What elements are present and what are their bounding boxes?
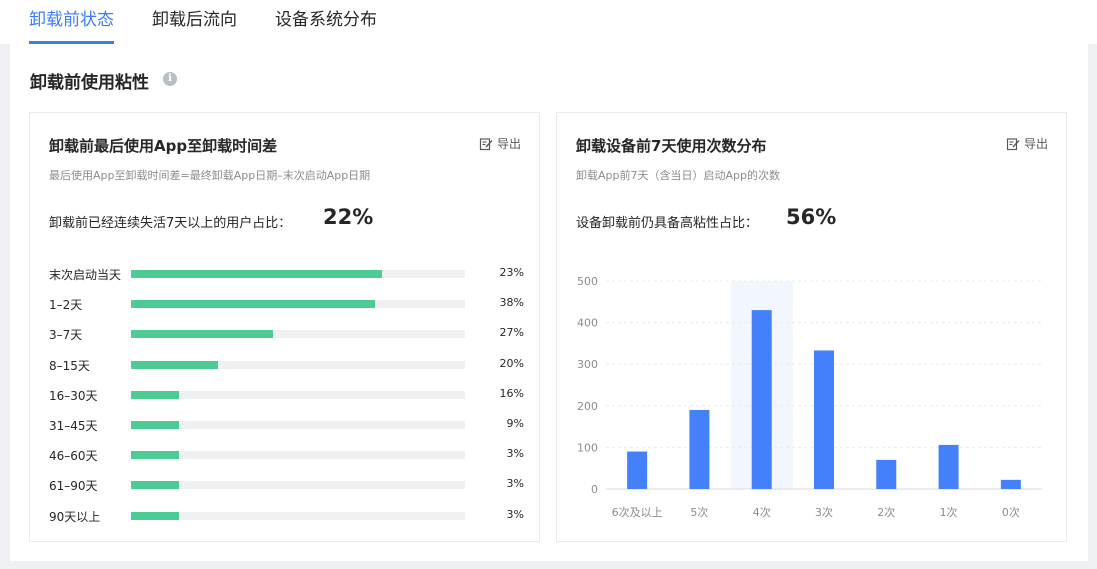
bar-label: 31–45天 — [49, 419, 98, 433]
export-button[interactable]: 导出 — [479, 135, 521, 152]
bar-track — [131, 390, 465, 399]
x-tick-label: 3次 — [815, 505, 833, 519]
bar-row: 1–2天 38% — [49, 294, 524, 314]
y-tick-label: 400 — [577, 317, 598, 330]
export-button[interactable]: 导出 — [1006, 135, 1048, 152]
bar-percent: 9% — [506, 417, 524, 430]
bar-label: 1–2天 — [49, 298, 83, 313]
kpi-label: 卸载前已经连续失活7天以上的用户占比： — [49, 216, 292, 231]
bar-percent: 23% — [499, 266, 524, 279]
bar-label: 46–60天 — [49, 449, 98, 464]
bar-row: 31–45天 9% — [49, 415, 524, 435]
bar-fill — [131, 481, 180, 490]
bar-fill — [131, 421, 180, 429]
section-title: 卸载前使用粘性 — [30, 73, 149, 93]
card-title: 卸载设备前7天使用次数分布 — [576, 137, 767, 155]
bar-percent: 27% — [499, 326, 524, 340]
bar-track — [131, 330, 465, 339]
bar — [689, 409, 710, 489]
tab-after-uninstall[interactable]: 卸载后流向 — [152, 9, 237, 44]
info-circle-icon[interactable]: i — [163, 72, 177, 86]
tab-label: 卸载前状态 — [29, 10, 114, 30]
bar-label: 16–30天 — [49, 388, 98, 403]
bar-percent: 16% — [499, 386, 524, 400]
bar-fill — [131, 451, 180, 460]
bar-fill — [131, 300, 375, 309]
tab-os-distribution[interactable]: 设备系统分布 — [275, 9, 377, 44]
card-subtitle: 卸载App前7天（含当日）启动App的次数 — [576, 169, 780, 182]
bar — [751, 310, 772, 489]
bar-row: 90天以上 3% — [49, 506, 524, 526]
edit-export-icon — [1006, 137, 1020, 150]
y-tick-label: 500 — [577, 275, 598, 288]
bar-fill — [131, 390, 180, 399]
tab-label: 卸载后流向 — [152, 10, 237, 30]
bar-track — [131, 451, 465, 460]
bar — [876, 459, 897, 489]
bar-label: 末次启动当天 — [49, 268, 122, 282]
bar-row: 末次启动当天 23% — [49, 264, 524, 284]
y-tick-label: 0 — [591, 483, 598, 496]
x-tick-label: 2次 — [877, 505, 895, 519]
bar-percent: 3% — [506, 507, 524, 521]
bar-percent: 3% — [506, 447, 524, 461]
x-tick-label: 4次 — [753, 505, 771, 519]
usage-count-bar-chart: 0 100 200 300 400 500 6次及以上 5次 4次 3次 2次 1次 0次 — [577, 275, 1042, 519]
bar-label: 90天以上 — [49, 509, 101, 524]
tab-before-uninstall[interactable]: 卸载前状态 — [29, 9, 114, 44]
card-title: 卸载前最后使用App至卸载时间差 — [49, 137, 278, 155]
card-subtitle: 最后使用App至卸载时间差=最终卸载App日期–末次启动App日期 — [49, 169, 371, 182]
bar-label: 61–90天 — [49, 479, 98, 494]
bar-fill — [131, 360, 218, 369]
usage-stickiness-section: 卸载前使用粘性 i 卸载前最后使用App至卸载时间差 导出 最后使用App至卸载… — [10, 44, 1088, 561]
y-tick-label: 300 — [577, 358, 598, 371]
bar-track — [131, 360, 465, 369]
bar-track — [131, 481, 465, 490]
export-label: 导出 — [496, 137, 521, 151]
bar-percent: 20% — [499, 356, 524, 370]
bar-track — [131, 421, 465, 429]
bar-row: 46–60天 3% — [49, 445, 524, 465]
x-tick-label: 0次 — [1002, 505, 1020, 519]
y-tick-label: 200 — [577, 400, 598, 413]
bar-fill — [131, 330, 273, 339]
bar-row: 61–90天 3% — [49, 475, 524, 495]
bar-row: 8–15天 20% — [49, 355, 524, 375]
y-tick-label: 100 — [577, 441, 598, 454]
bar-label: 8–15天 — [49, 358, 90, 373]
bar-row: 16–30天 16% — [49, 385, 524, 405]
time-gap-card: 卸载前最后使用App至卸载时间差 导出 最后使用App至卸载时间差=最终卸载Ap… — [29, 112, 540, 542]
bar — [814, 350, 834, 489]
usage-count-card: 卸载设备前7天使用次数分布 导出 卸载App前7天（含当日）启动App的次数 设… — [556, 112, 1067, 542]
x-tick-label: 5次 — [690, 505, 708, 519]
edit-export-icon — [479, 137, 493, 150]
bar-fill — [131, 270, 382, 278]
bar-percent: 38% — [499, 296, 524, 310]
x-tick-label: 6次及以上 — [612, 505, 663, 519]
bar-percent: 3% — [506, 477, 524, 491]
bar — [627, 451, 648, 489]
kpi-label: 设备卸载前仍具备高粘性占比： — [576, 216, 759, 231]
bar-fill — [131, 511, 180, 520]
bar — [1000, 479, 1021, 489]
tab-label: 设备系统分布 — [275, 10, 377, 30]
tab-bar: 卸载前状态 卸载后流向 设备系统分布 — [0, 0, 1097, 44]
bar — [938, 444, 959, 489]
bar-track — [131, 511, 465, 520]
bar-row: 3–7天 27% — [49, 324, 524, 344]
bar-label: 3–7天 — [49, 328, 83, 343]
bar-track — [131, 270, 465, 278]
kpi-value: 56% — [786, 205, 837, 229]
export-label: 导出 — [1023, 137, 1048, 151]
kpi-value: 22% — [323, 205, 374, 229]
bar-track — [131, 300, 465, 309]
x-tick-label: 1次 — [940, 505, 958, 519]
